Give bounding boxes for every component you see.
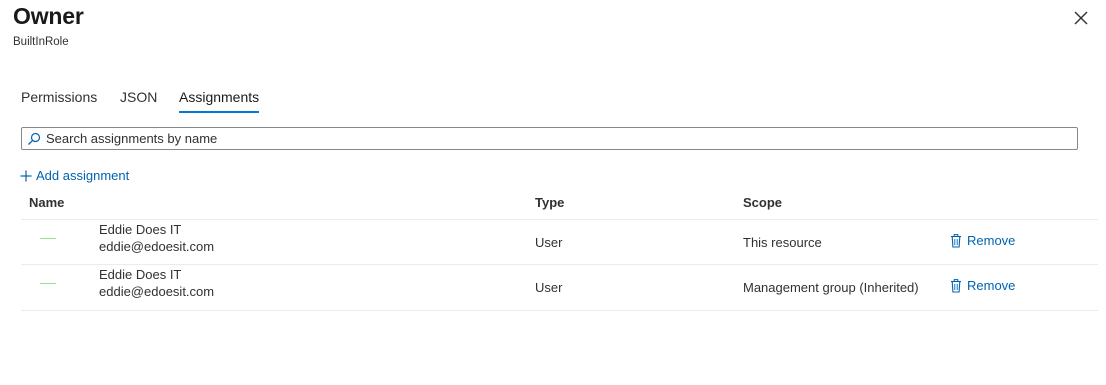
remove-button-label: Remove <box>967 278 1016 293</box>
assignment-display-name: Eddie Does IT <box>99 222 182 237</box>
avatar <box>40 283 58 286</box>
column-header-type[interactable]: Type <box>535 195 564 210</box>
plus-icon <box>20 170 32 181</box>
trash-icon <box>951 278 961 293</box>
column-header-name[interactable]: Name <box>29 195 64 210</box>
avatar <box>40 238 58 241</box>
trash-icon <box>951 233 961 248</box>
table-row[interactable]: Eddie Does IT eddie@edoesit.com User Man… <box>21 264 1098 311</box>
search-icon <box>28 132 41 145</box>
tab-permissions[interactable]: Permissions <box>21 89 97 105</box>
assignment-email: eddie@edoesit.com <box>99 239 215 254</box>
assignment-scope: Management group (Inherited) <box>743 280 919 295</box>
assignment-scope: This resource <box>743 235 822 250</box>
tab-assignments[interactable]: Assignments <box>179 89 260 113</box>
table-row[interactable]: Eddie Does IT eddie@edoesit.com User Thi… <box>21 219 1098 265</box>
search-input[interactable] <box>46 131 1046 146</box>
close-icon <box>1074 11 1088 25</box>
remove-button[interactable]: Remove <box>950 278 1015 293</box>
remove-button[interactable]: Remove <box>950 233 1015 248</box>
active-tab-indicator <box>179 111 260 113</box>
assignment-type: User <box>535 280 563 295</box>
assignment-email: eddie@edoesit.com <box>99 284 215 299</box>
page-subtitle: BuiltInRole <box>13 36 69 48</box>
remove-button-label: Remove <box>967 233 1016 248</box>
assignment-display-name: Eddie Does IT <box>99 267 182 282</box>
column-header-scope[interactable]: Scope <box>743 195 782 210</box>
tab-assignments-label: Assignments <box>179 89 260 105</box>
search-box <box>21 127 1078 150</box>
close-button[interactable] <box>1072 9 1090 27</box>
add-assignment-button[interactable]: Add assignment <box>20 168 129 183</box>
page-title: Owner <box>13 3 84 29</box>
add-assignment-label: Add assignment <box>36 168 130 183</box>
tab-json[interactable]: JSON <box>120 89 157 105</box>
assignment-type: User <box>535 235 563 250</box>
